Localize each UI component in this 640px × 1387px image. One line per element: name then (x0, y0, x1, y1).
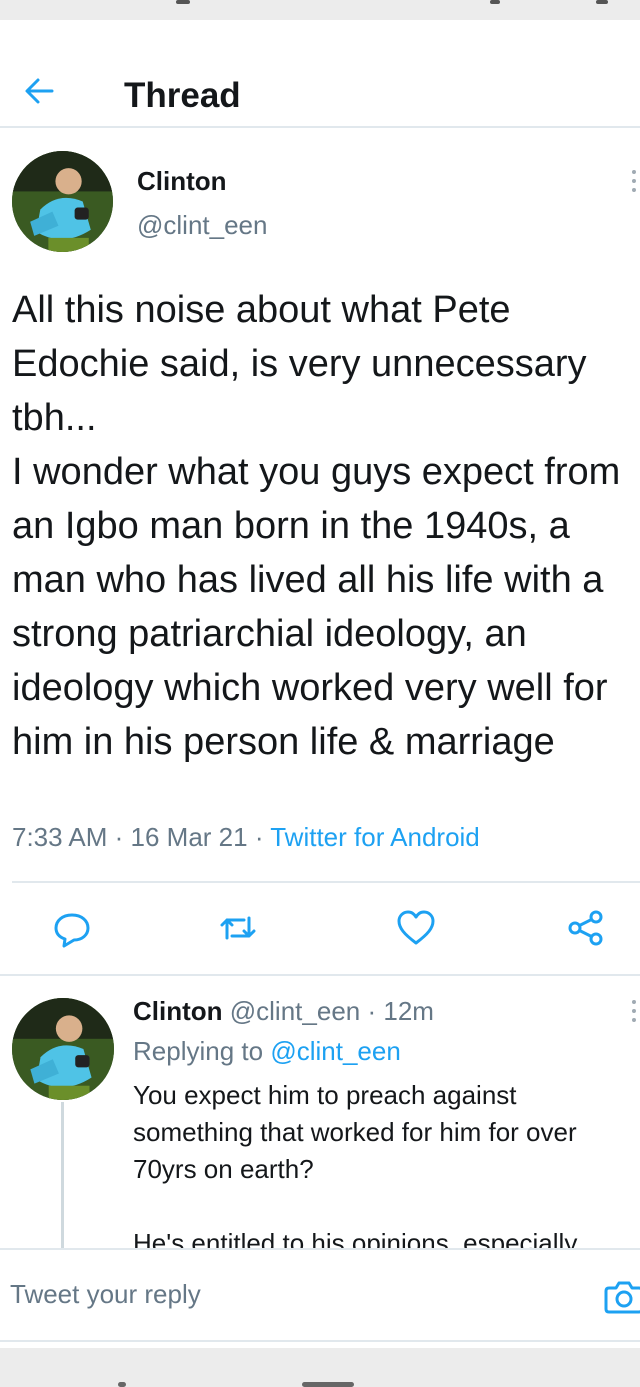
nav-home[interactable] (302, 1382, 354, 1387)
divider (12, 881, 640, 883)
status-bar (0, 0, 640, 20)
replying-to-link[interactable]: @clint_een (270, 1036, 400, 1066)
system-nav-bar (0, 1348, 640, 1387)
top-bar: Thread (0, 20, 640, 128)
share-icon (568, 910, 603, 946)
retweet-button[interactable] (218, 908, 258, 948)
reply-age: 12m (383, 996, 434, 1026)
author-name[interactable]: Clinton (137, 166, 227, 197)
author-handle[interactable]: @clint_een (230, 996, 360, 1026)
tweet-meta: 7:33 AM · 16 Mar 21 · Twitter for Androi… (12, 822, 480, 852)
avatar-photo (12, 998, 114, 1100)
author-name[interactable]: Clinton (133, 996, 223, 1026)
page-title: Thread (124, 76, 241, 115)
retweet-icon (220, 916, 256, 940)
like-icon (397, 910, 435, 945)
reply-icon (54, 913, 90, 948)
tweet-text: All this noise about what Pete Edochie s… (12, 289, 621, 763)
author-handle[interactable]: @clint_een (137, 210, 267, 241)
nav-handle[interactable] (118, 1382, 126, 1387)
avatar-photo (12, 151, 113, 252)
like-button[interactable] (396, 908, 436, 948)
thread-line (61, 1102, 64, 1248)
reply-input[interactable] (10, 1272, 570, 1316)
tweet-date: 16 Mar 21 (130, 822, 248, 852)
reply-header: Clinton @clint_een · 12m (133, 996, 434, 1026)
reply-tweet[interactable]: Clinton @clint_een · 12m Replying to @cl… (0, 990, 640, 1248)
avatar[interactable] (12, 998, 114, 1100)
more-options-icon[interactable] (632, 1000, 638, 1027)
reply-composer (0, 1248, 640, 1342)
tweet-time: 7:33 AM (12, 822, 108, 852)
tweet-source-link[interactable]: Twitter for Android (270, 822, 480, 852)
back-arrow-icon[interactable] (22, 74, 56, 108)
replying-to: Replying to @clint_een (133, 1036, 401, 1066)
reply-button[interactable] (52, 908, 92, 948)
divider (0, 974, 640, 976)
more-options-icon[interactable] (632, 170, 638, 197)
share-button[interactable] (566, 908, 606, 948)
avatar[interactable] (12, 151, 113, 252)
camera-icon[interactable] (604, 1278, 640, 1314)
reply-text: You expect him to preach against somethi… (133, 1080, 578, 1248)
